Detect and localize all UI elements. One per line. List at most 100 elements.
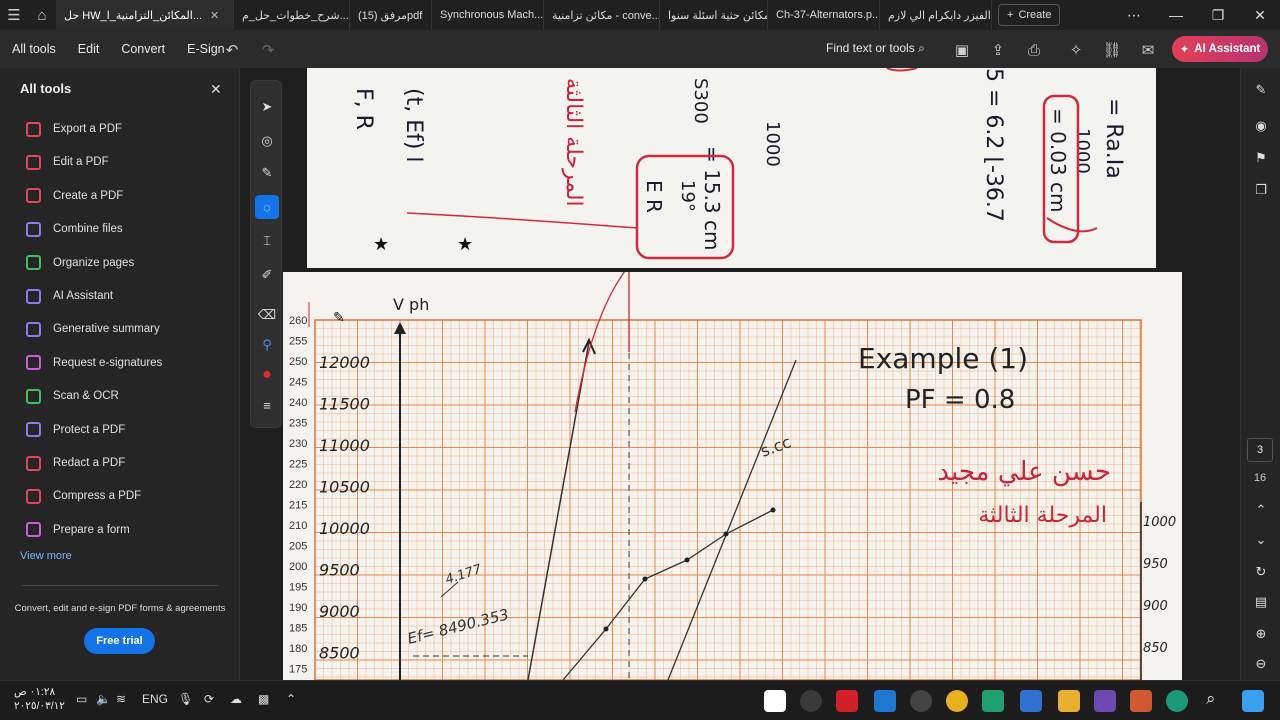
tab-2[interactable]: مرفق (15)pdf bbox=[350, 0, 432, 30]
outlook-app-icon[interactable] bbox=[874, 690, 896, 712]
file-explorer-icon[interactable] bbox=[1058, 690, 1080, 712]
view-more-link[interactable]: View more bbox=[20, 550, 72, 562]
ai-sparkle-icon[interactable]: ✧ bbox=[1064, 38, 1088, 62]
chevron-up-icon[interactable]: ⌃ bbox=[286, 692, 296, 706]
edit-panel-icon[interactable]: ✎ bbox=[1251, 80, 1271, 100]
select-cursor-icon[interactable]: ➤ bbox=[255, 95, 279, 119]
document-info-icon[interactable]: ▤ bbox=[1251, 592, 1271, 612]
tab-5[interactable]: مكائن حثية اسئلة سنوا... bbox=[660, 0, 768, 30]
refresh-icon[interactable]: ↻ bbox=[1251, 562, 1271, 582]
chrome-app-icon[interactable] bbox=[946, 690, 968, 712]
chevron-down-icon[interactable]: ⌄ bbox=[1251, 530, 1271, 550]
chevron-up-icon[interactable]: ⌃ bbox=[1251, 500, 1271, 520]
cloud-icon[interactable]: ☁ bbox=[230, 692, 242, 706]
lasso-icon[interactable]: ◌ bbox=[255, 195, 279, 219]
free-trial-button[interactable]: Free trial bbox=[84, 628, 155, 654]
tab-6[interactable]: Ch-37-Alternators.p... bbox=[768, 0, 880, 30]
zoom-out-icon[interactable]: ⊖ bbox=[1251, 654, 1271, 674]
tick-label: 255 bbox=[289, 336, 307, 348]
search-icon[interactable]: ⌕ bbox=[1206, 689, 1216, 709]
tab-7[interactable]: الفيزر دايكرام الي لازم... bbox=[880, 0, 992, 30]
redo-icon[interactable]: ↷ bbox=[256, 38, 280, 62]
obs-app-icon[interactable] bbox=[800, 690, 822, 712]
more-tools-icon[interactable]: ≡ bbox=[255, 393, 279, 417]
home-icon[interactable]: ⌂ bbox=[28, 0, 56, 30]
kick-app-icon[interactable] bbox=[764, 690, 786, 712]
battery-icon[interactable]: ▭ bbox=[76, 692, 87, 706]
close-window-icon[interactable]: ✕ bbox=[1240, 0, 1280, 30]
print-icon[interactable]: ⎙ bbox=[1022, 38, 1046, 62]
sidebar-item[interactable]: Create a PDF bbox=[26, 186, 123, 206]
pages-icon[interactable]: ❐ bbox=[1251, 180, 1271, 200]
tick-label: 210 bbox=[289, 520, 307, 532]
menu-convert[interactable]: Convert bbox=[110, 42, 176, 56]
microphone-icon[interactable]: 🎙 bbox=[178, 692, 193, 706]
pin-icon[interactable]: ⚲ bbox=[255, 333, 279, 357]
tick-label: 180 bbox=[289, 643, 307, 655]
close-icon[interactable]: ✕ bbox=[210, 81, 222, 98]
start-icon[interactable] bbox=[1242, 690, 1264, 712]
bookmark-icon[interactable]: ⚑ bbox=[1251, 148, 1271, 168]
mail-icon[interactable]: ✉ bbox=[1136, 38, 1160, 62]
more-options-icon[interactable]: ⋯ bbox=[1114, 0, 1154, 30]
tab-0[interactable]: حل HW_المكائن_التزامنية_ا... ✕ bbox=[56, 0, 234, 30]
create-tab-button[interactable]: + Create bbox=[998, 4, 1061, 26]
tab-1[interactable]: شرح_خطوات_حل_م... bbox=[234, 0, 350, 30]
tab-label: مكائن حثية اسئلة سنوا... bbox=[668, 9, 768, 22]
tab-3[interactable]: Synchronous Mach... bbox=[432, 0, 544, 30]
zoom-in-icon[interactable]: ⊕ bbox=[1251, 624, 1271, 644]
sidebar-item[interactable]: Combine files bbox=[26, 219, 123, 239]
color-dot-icon[interactable]: ● bbox=[255, 363, 279, 387]
app-icon[interactable] bbox=[982, 690, 1004, 712]
find-tools[interactable]: Find text or tools ⌕ bbox=[826, 41, 925, 56]
save-icon[interactable]: ▣ bbox=[950, 38, 974, 62]
menu-all-tools[interactable]: All tools bbox=[0, 42, 67, 56]
sync-icon[interactable]: ⟳ bbox=[204, 692, 214, 706]
wifi-icon[interactable]: ≋ bbox=[116, 692, 126, 706]
acrobat-app-icon[interactable] bbox=[836, 690, 858, 712]
hand-tick: 10000 bbox=[319, 519, 370, 538]
page-total: 16 bbox=[1253, 472, 1267, 484]
close-tab-icon[interactable]: ✕ bbox=[210, 9, 219, 22]
pen-icon[interactable]: ✎ bbox=[255, 161, 279, 185]
sidebar-item-label: Compress a PDF bbox=[53, 490, 142, 503]
comment-panel-icon[interactable]: ◉ bbox=[1251, 116, 1271, 136]
app-icon[interactable] bbox=[1130, 690, 1152, 712]
ai-assistant-button[interactable]: ✦ AI Assistant bbox=[1172, 36, 1268, 62]
minimize-icon[interactable]: — bbox=[1156, 0, 1196, 30]
app-icon[interactable] bbox=[1094, 690, 1116, 712]
language-indicator[interactable]: ENG bbox=[142, 692, 168, 706]
text-select-icon[interactable]: ⌶ bbox=[255, 229, 279, 253]
app-tray-icon[interactable]: ▩ bbox=[258, 692, 269, 706]
sidebar-item[interactable]: Compress a PDF bbox=[26, 486, 141, 506]
store-app-icon[interactable] bbox=[1020, 690, 1042, 712]
sidebar-item[interactable]: AI Assistant bbox=[26, 286, 113, 306]
sidebar-item[interactable]: Export a PDF bbox=[26, 119, 122, 139]
sidebar-item[interactable]: Redact a PDF bbox=[26, 453, 125, 473]
sidebar-item[interactable]: Scan & OCR bbox=[26, 386, 119, 406]
tick-label: 225 bbox=[289, 459, 307, 471]
menu-edit[interactable]: Edit bbox=[67, 42, 111, 56]
clock[interactable]: ٠١:٢٨ ص ٢٠٢٥/٠٣/١٢ bbox=[14, 685, 65, 713]
edge-app-icon[interactable] bbox=[1166, 690, 1188, 712]
sidebar-item[interactable]: Generative summary bbox=[26, 319, 160, 339]
speaker-icon[interactable]: 🔈 bbox=[96, 692, 111, 706]
sidebar-item[interactable]: Prepare a form bbox=[26, 520, 130, 540]
upload-icon[interactable]: ⇪ bbox=[986, 38, 1010, 62]
sidebar-item[interactable]: Edit a PDF bbox=[26, 152, 109, 172]
comment-icon[interactable]: ◎ bbox=[255, 129, 279, 153]
link-icon[interactable]: ⛓ bbox=[1100, 38, 1124, 62]
app-menu-icon[interactable]: ☰ bbox=[0, 0, 28, 30]
right-tick: 1000 bbox=[1143, 515, 1176, 530]
sidebar-item[interactable]: Request e-signatures bbox=[26, 353, 162, 373]
highlighter-icon[interactable]: ✐ bbox=[255, 263, 279, 287]
tool-icon bbox=[26, 288, 41, 304]
sidebar-item[interactable]: Organize pages bbox=[26, 253, 134, 273]
chatgpt-app-icon[interactable] bbox=[910, 690, 932, 712]
undo-icon[interactable]: ↶ bbox=[220, 38, 244, 62]
tab-4[interactable]: مكائن تزامنية - conve... bbox=[544, 0, 660, 30]
eraser-icon[interactable]: ⌫ bbox=[255, 303, 279, 327]
page-number-input[interactable]: 3 bbox=[1247, 438, 1273, 462]
restore-icon[interactable]: ❐ bbox=[1198, 0, 1238, 30]
sidebar-item[interactable]: Protect a PDF bbox=[26, 420, 125, 440]
